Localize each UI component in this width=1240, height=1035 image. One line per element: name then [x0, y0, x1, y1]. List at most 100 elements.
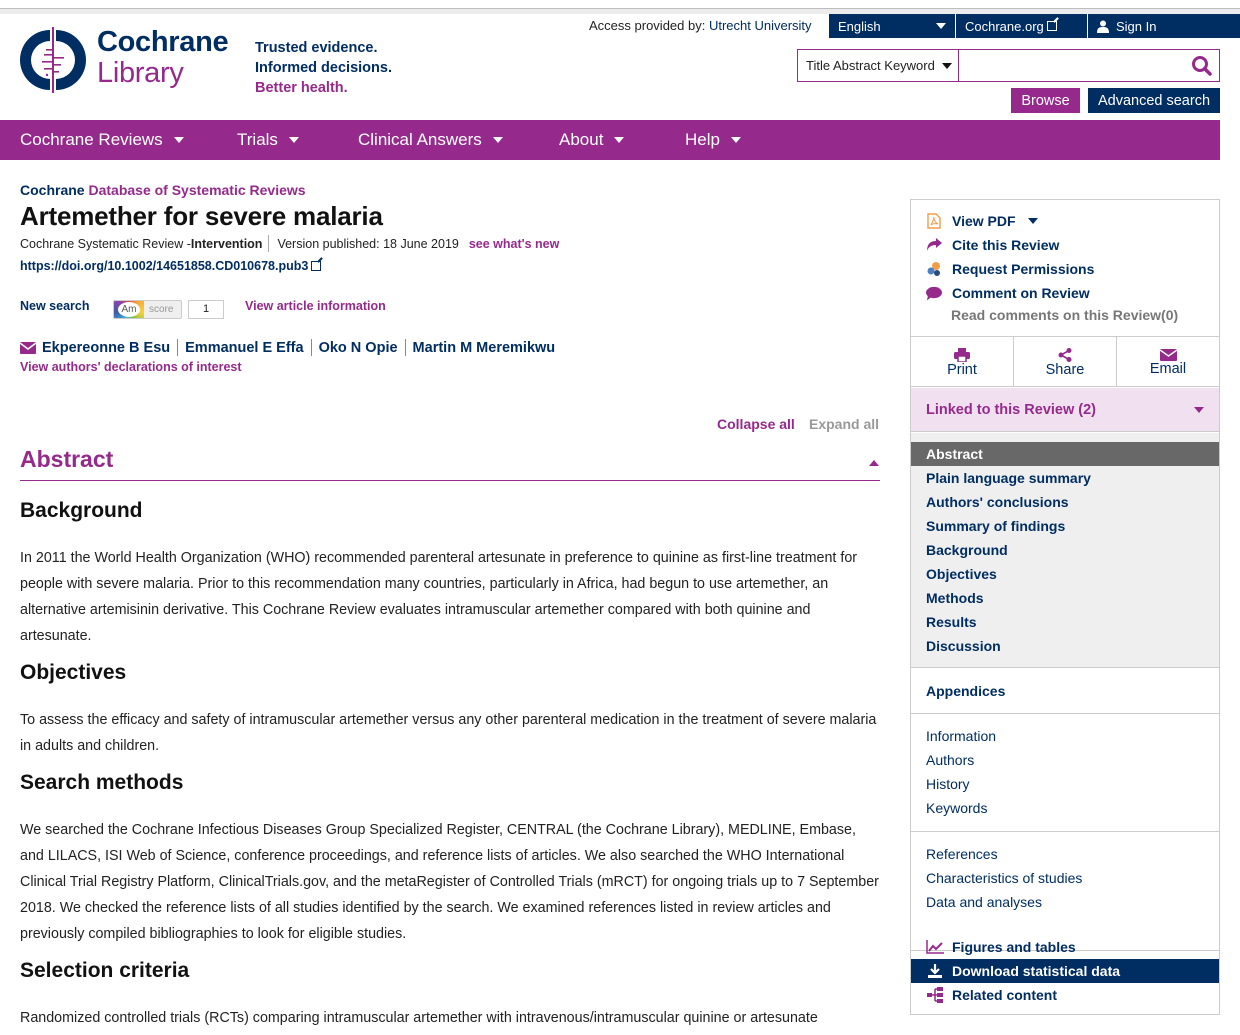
review-meta: Cochrane Systematic Review - Interventio…	[20, 235, 559, 252]
chevron-down-icon	[1027, 218, 1038, 224]
email-button[interactable]: Email	[1117, 337, 1219, 386]
altmetric-badge[interactable]: Am score 1	[113, 299, 224, 319]
author-link[interactable]: Martin M Meremikwu	[413, 340, 556, 356]
collapse-all-button[interactable]: Collapse all	[717, 416, 795, 432]
read-comments-link[interactable]: Read comments on this Review(0)	[951, 307, 1178, 323]
toc-item-objectives[interactable]: Objectives	[911, 562, 1219, 586]
request-permissions-button[interactable]: Request Permissions	[926, 261, 1094, 277]
ref-link-references[interactable]: References	[926, 846, 998, 862]
cochrane-library-logo[interactable]: Cochrane Library	[20, 26, 240, 96]
search-scope-label: Title Abstract Keyword	[806, 58, 935, 73]
browse-button[interactable]: Browse	[1011, 88, 1080, 113]
view-article-info-link[interactable]: View article information	[245, 299, 386, 313]
info-link-authors[interactable]: Authors	[926, 752, 974, 768]
related-content-link[interactable]: Related content	[911, 983, 1219, 1007]
share-row: Print Share Email	[911, 337, 1219, 387]
nav-help[interactable]: Help	[685, 130, 741, 150]
download-statistical-data-link[interactable]: Download statistical data	[911, 959, 1219, 983]
tagline: Trusted evidence. Informed decisions. Be…	[255, 38, 392, 98]
search-icon	[1191, 56, 1212, 76]
logo-text-library: Library	[97, 57, 184, 89]
author-link[interactable]: Ekpereonne B Esu	[42, 340, 170, 356]
toc-item-appendices[interactable]: Appendices	[911, 669, 1219, 714]
info-link-keywords[interactable]: Keywords	[926, 800, 987, 816]
nav-label: Clinical Answers	[358, 130, 482, 149]
search-input[interactable]	[959, 50, 1183, 81]
nav-about[interactable]: About	[559, 130, 625, 150]
chevron-down-icon	[492, 137, 503, 143]
author-link[interactable]: Oko N Opie	[319, 340, 398, 356]
nav-clinical-answers[interactable]: Clinical Answers	[358, 130, 503, 150]
abstract-section-header[interactable]: Abstract	[20, 446, 880, 481]
toc-item-results[interactable]: Results	[911, 610, 1219, 634]
review-type: Cochrane Systematic Review -	[20, 236, 191, 251]
chevron-down-icon	[730, 137, 741, 143]
cite-review-label: Cite this Review	[952, 237, 1060, 253]
chevron-down-icon	[1194, 406, 1204, 413]
expand-all-button[interactable]: Expand all	[809, 416, 879, 432]
comment-icon	[926, 286, 942, 301]
sign-in-button[interactable]: Sign In	[1088, 14, 1240, 38]
language-select[interactable]: English	[829, 14, 956, 38]
figures-tables-link[interactable]: Figures and tables	[911, 935, 1219, 959]
pdf-icon	[927, 213, 941, 229]
cite-review-button[interactable]: Cite this Review	[926, 237, 1059, 253]
share-button[interactable]: Share	[1014, 337, 1117, 386]
cochrane-org-link[interactable]: Cochrane.org	[956, 14, 1088, 38]
toc-item-discussion[interactable]: Discussion	[911, 634, 1219, 658]
logo-text-cochrane: Cochrane	[97, 26, 229, 58]
toc-item-background[interactable]: Background	[911, 538, 1219, 562]
sign-in-label: Sign In	[1116, 18, 1157, 34]
utility-bar: English Cochrane.org Sign In	[829, 14, 1240, 38]
section-heading-search-methods: Search methods	[20, 771, 184, 794]
page-title: Artemether for severe malaria	[20, 201, 383, 231]
advanced-search-button[interactable]: Advanced search	[1088, 88, 1220, 113]
toc-item-summary-of-findings[interactable]: Summary of findings	[911, 514, 1219, 538]
linked-to-review-toggle[interactable]: Linked to this Review (2)	[911, 388, 1219, 432]
search-button[interactable]	[1183, 50, 1219, 81]
tagline-line-1: Trusted evidence.	[255, 40, 378, 56]
database-link[interactable]: Database of Systematic Reviews	[88, 182, 305, 198]
section-heading-background: Background	[20, 499, 143, 522]
divider	[310, 339, 312, 356]
access-label: Access provided by:	[589, 18, 706, 33]
new-search-link[interactable]: New search	[20, 299, 89, 313]
doi-text: https://doi.org/10.1002/14651858.CD01067…	[20, 259, 309, 273]
print-icon	[954, 347, 970, 362]
author-list: Ekpereonne B Esu Emmanuel E Effa Oko N O…	[20, 339, 555, 356]
altmetric-score-label: score	[149, 303, 174, 315]
language-label: English	[838, 18, 881, 34]
version-published: Version published: 18 June 2019	[277, 236, 459, 251]
ref-link-data-analyses[interactable]: Data and analyses	[926, 894, 1042, 910]
info-link-information[interactable]: Information	[926, 728, 996, 744]
declarations-link[interactable]: View authors' declarations of interest	[20, 360, 242, 374]
whats-new-link[interactable]: see what's new	[469, 237, 560, 251]
chevron-down-icon	[936, 23, 946, 29]
author-link[interactable]: Emmanuel E Effa	[185, 340, 303, 356]
nav-cochrane-reviews[interactable]: Cochrane Reviews	[20, 130, 184, 150]
chevron-down-icon	[614, 137, 625, 143]
altmetric-count: 1	[188, 299, 224, 319]
doi-link[interactable]: https://doi.org/10.1002/14651858.CD01067…	[20, 259, 322, 273]
toc-item-abstract[interactable]: Abstract	[911, 442, 1219, 466]
access-institution: Utrecht University	[708, 18, 812, 33]
nav-trials[interactable]: Trials	[237, 130, 299, 150]
altmetric-score-badge: Am score	[113, 299, 182, 319]
info-link-history[interactable]: History	[926, 776, 970, 792]
main-nav: Cochrane Reviews Trials Clinical Answers…	[0, 120, 1220, 160]
article-sidebar: View PDF Cite this Review Request Permis…	[910, 199, 1220, 1015]
external-link-icon	[311, 261, 322, 271]
sidebar-tools: View PDF Cite this Review Request Permis…	[911, 200, 1219, 337]
view-pdf-button[interactable]: View PDF	[926, 213, 1038, 229]
ref-link-characteristics[interactable]: Characteristics of studies	[926, 870, 1082, 886]
divider	[404, 339, 406, 356]
toc-item-methods[interactable]: Methods	[911, 586, 1219, 610]
search-scope-select[interactable]: Title Abstract Keyword	[798, 50, 959, 81]
nav-label: Trials	[237, 130, 278, 149]
divider	[268, 235, 270, 252]
print-button[interactable]: Print	[911, 337, 1014, 386]
info-links: Information Authors History Keywords	[911, 715, 1219, 832]
toc-item-authors-conclusions[interactable]: Authors' conclusions	[911, 490, 1219, 514]
toc-item-plain-language-summary[interactable]: Plain language summary	[911, 466, 1219, 490]
comment-review-button[interactable]: Comment on Review	[926, 285, 1090, 301]
